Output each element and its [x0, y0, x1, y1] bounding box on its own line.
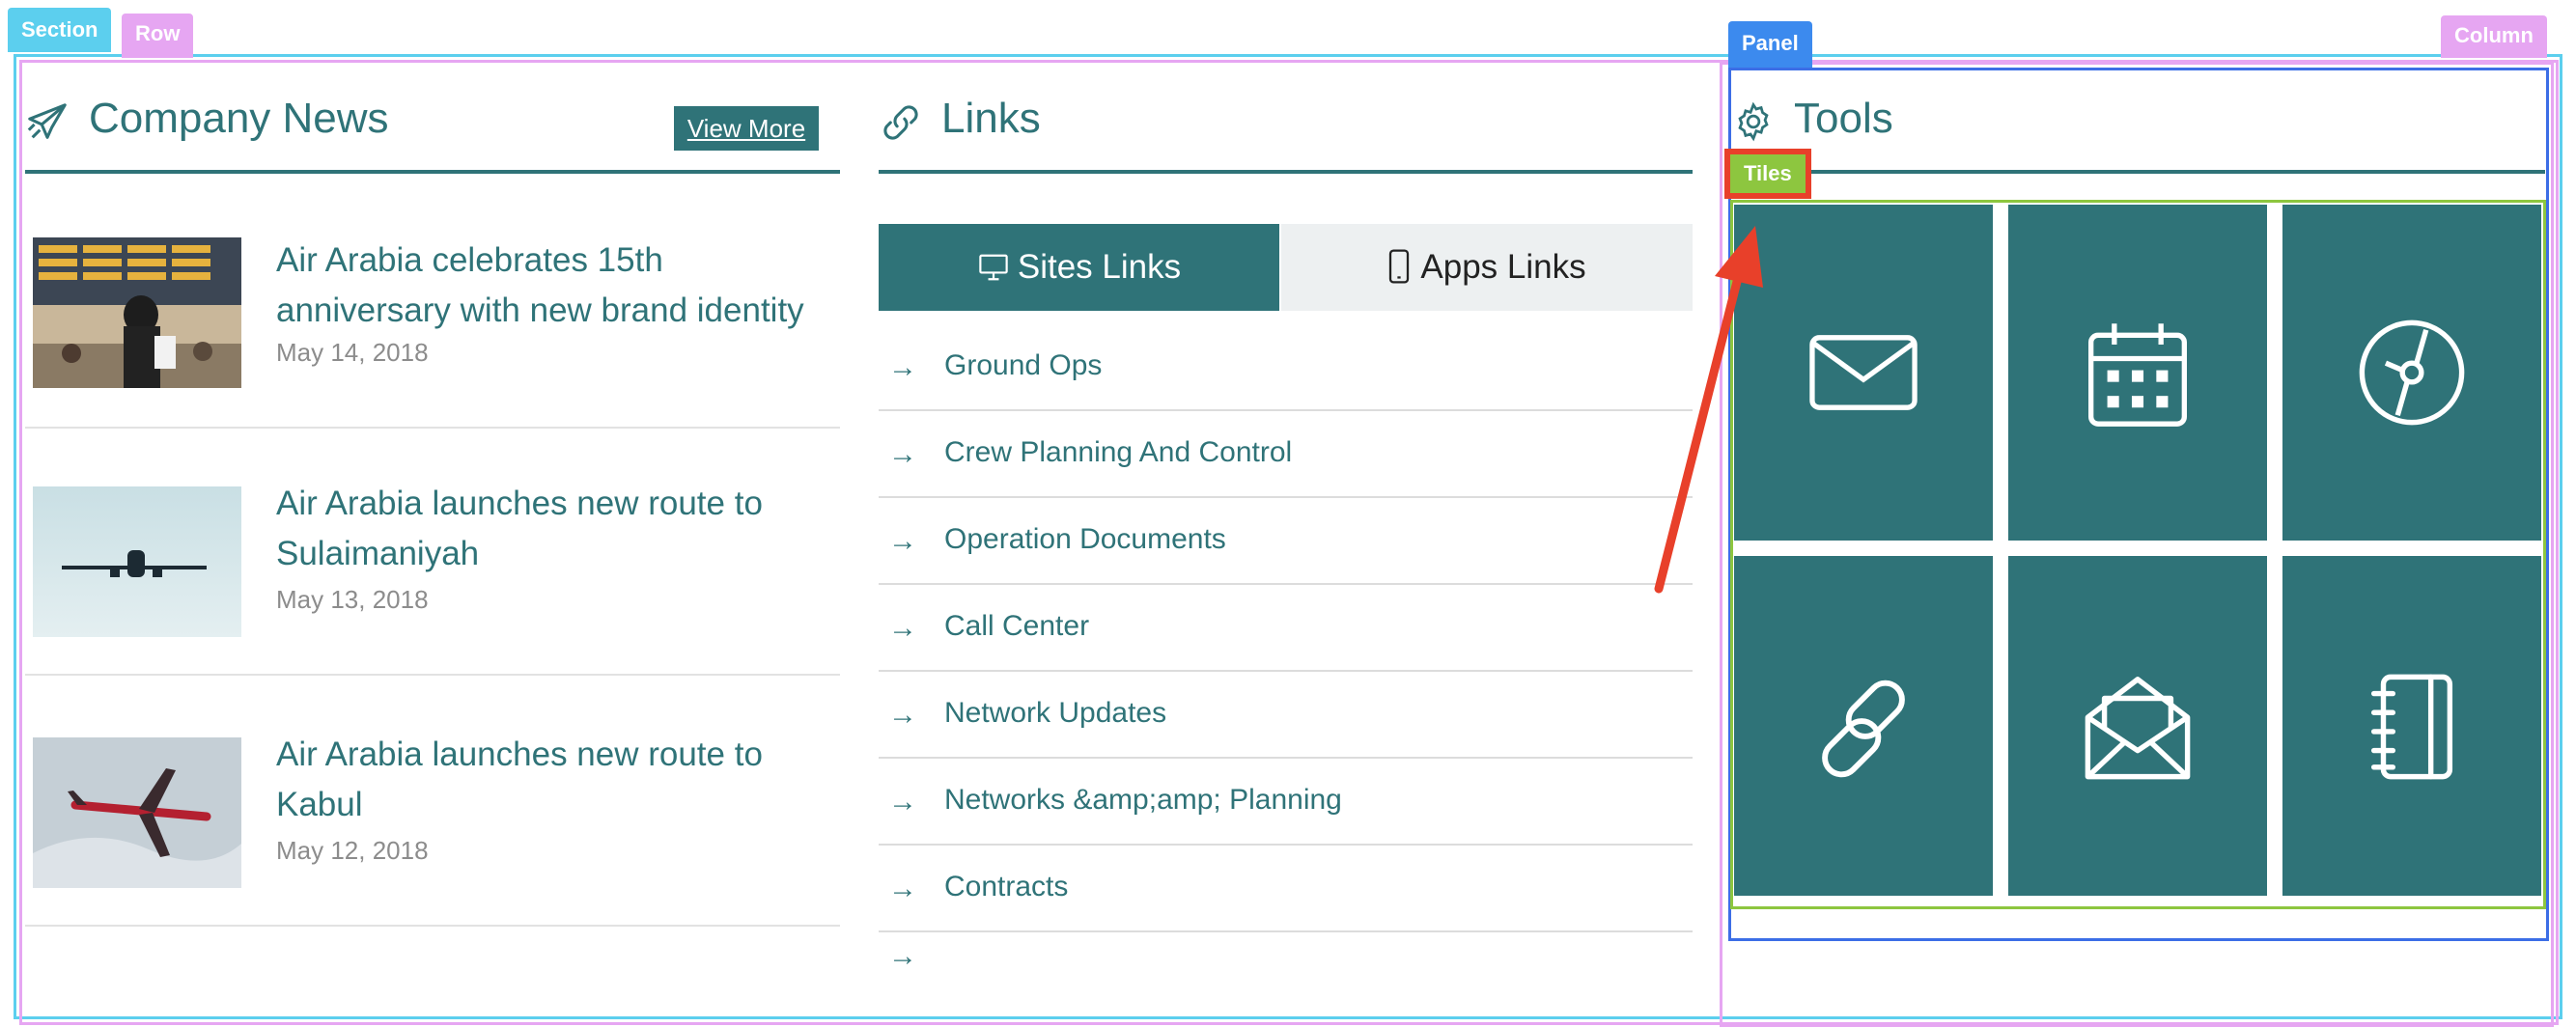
- panel-tag[interactable]: Panel: [1728, 21, 1812, 68]
- news-date: May 14, 2018: [276, 338, 429, 367]
- arrow-right-icon: →: [888, 873, 917, 904]
- link-label[interactable]: Ground Ops: [944, 349, 1102, 382]
- open-mail-icon: [2085, 677, 2191, 780]
- link-label[interactable]: Crew Planning And Control: [944, 436, 1292, 469]
- monitor-icon: [979, 254, 1008, 281]
- tab-label: Sites Links: [1017, 248, 1182, 286]
- link-item[interactable]: → Network Updates: [879, 672, 1693, 759]
- links-header-rule: [879, 69, 1693, 174]
- row-tag[interactable]: Row: [122, 14, 194, 58]
- news-date: May 12, 2018: [276, 836, 429, 865]
- plane-in-sky-photo: [33, 486, 241, 637]
- link-item[interactable]: → Call Center: [879, 585, 1693, 672]
- notebook-tile[interactable]: [2282, 556, 2541, 896]
- mail-icon: [1809, 335, 1918, 410]
- news-title[interactable]: Air Arabia launches new route to Sulaima…: [276, 479, 836, 579]
- calendar-tile[interactable]: [2008, 205, 2267, 541]
- calendar-icon: [2088, 323, 2187, 427]
- arrow-right-icon: →: [888, 612, 917, 644]
- column-tag[interactable]: Column: [2441, 15, 2547, 58]
- section-tag[interactable]: Section: [8, 8, 112, 52]
- tab-sites-links[interactable]: Sites Links: [879, 224, 1279, 311]
- annotation-arrow-icon: [1654, 226, 1763, 594]
- news-title[interactable]: Air Arabia launches new route to Kabul: [276, 730, 836, 830]
- chain-link-tile[interactable]: [1734, 556, 1993, 896]
- link-label[interactable]: Operation Documents: [944, 523, 1226, 556]
- arrow-right-icon: →: [888, 952, 917, 965]
- notebook-icon: [2370, 674, 2453, 780]
- link-item[interactable]: → Ground Ops: [879, 324, 1693, 411]
- link-label[interactable]: Networks &amp;amp; Planning: [944, 784, 1342, 817]
- tab-label: Apps Links: [1420, 248, 1586, 286]
- news-date: May 13, 2018: [276, 585, 429, 614]
- red-plane-above-clouds-photo: [33, 737, 241, 888]
- link-label[interactable]: Contracts: [944, 871, 1068, 903]
- arrow-right-icon: →: [888, 525, 917, 557]
- link-item[interactable]: → Crew Planning And Control: [879, 411, 1693, 498]
- news-item-2[interactable]: Air Arabia launches new route to Sulaima…: [25, 429, 840, 676]
- link-label[interactable]: Call Center: [944, 610, 1089, 643]
- arrow-right-icon: →: [888, 351, 917, 383]
- link-item[interactable]: → Networks &amp;amp; Planning: [879, 759, 1693, 846]
- disc-tile[interactable]: [2282, 205, 2541, 541]
- link-label[interactable]: Network Updates: [944, 697, 1166, 730]
- disc-icon: [2359, 319, 2465, 426]
- airport-departures-board-photo: [33, 237, 241, 388]
- phone-icon: [1389, 249, 1410, 284]
- news-item-3[interactable]: Air Arabia launches new route to Kabul M…: [25, 676, 840, 927]
- link-item[interactable]: → Operation Documents: [879, 498, 1693, 585]
- tiles-tag[interactable]: Tiles: [1724, 149, 1811, 199]
- arrow-right-icon: →: [888, 438, 917, 470]
- open-mail-tile[interactable]: [2008, 556, 2267, 896]
- news-item-1[interactable]: Air Arabia celebrates 15th anniversary w…: [25, 212, 840, 429]
- news-title[interactable]: Air Arabia celebrates 15th anniversary w…: [276, 236, 836, 336]
- arrow-right-icon: →: [888, 699, 917, 731]
- tools-header-rule: [1732, 69, 2545, 174]
- company-news-header-rule: [25, 69, 840, 174]
- arrow-right-icon: →: [888, 786, 917, 818]
- link-item[interactable]: → Contracts: [879, 846, 1693, 932]
- chain-link-icon: [1822, 680, 1905, 778]
